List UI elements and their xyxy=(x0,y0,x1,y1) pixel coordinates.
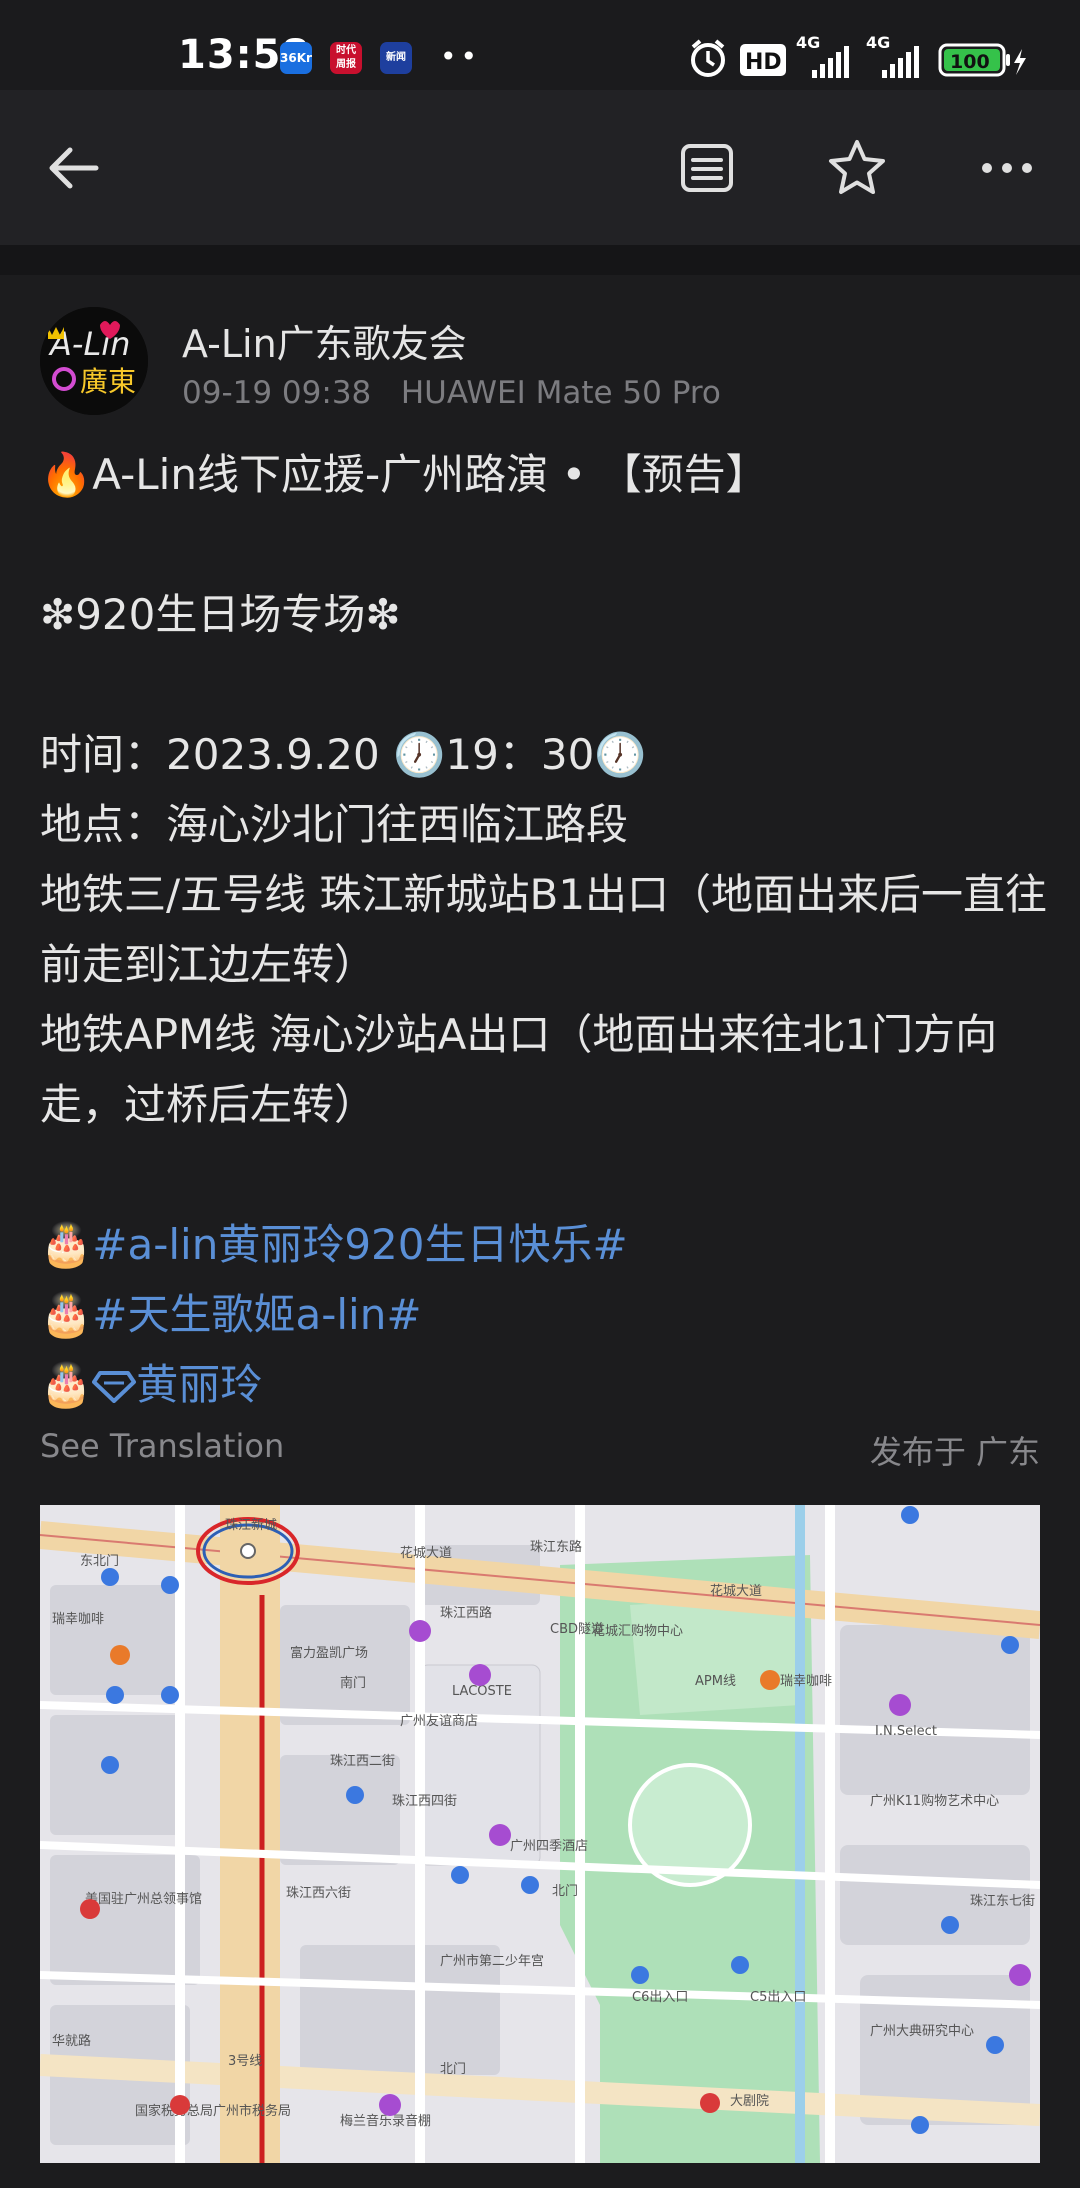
more-notifications-icon: •• xyxy=(440,40,482,73)
map-label-tax: 国家税务总局广州市税务局 xyxy=(135,2103,291,2119)
36kr-app-icon: 36Kr xyxy=(280,42,312,74)
arrow-left-icon[interactable] xyxy=(42,136,106,200)
map-label-museum: 广州大典研究中心 xyxy=(870,2024,974,2039)
post-line: ❇920生日场专场❇ xyxy=(40,580,1050,650)
post-meta: 09-19 09:38 HUAWEI Mate 50 Pro xyxy=(182,375,721,411)
post-line: 🔥A-Lin线下应援-广州路演 • 【预告】 xyxy=(40,440,1050,510)
reader-mode-icon[interactable] xyxy=(675,136,739,200)
post-line-text: 时间：2023.9.20 🕖19：30🕖 xyxy=(40,730,647,779)
map-label-us-consulate: 美国驻广州总领事馆 xyxy=(85,1892,202,1907)
post-line-text: 地点：海心沙北门往西临江路段 xyxy=(40,800,629,849)
map-label-square: 花城汇购物中心 xyxy=(592,1623,683,1639)
author-name[interactable]: A-Lin广东歌友会 xyxy=(182,313,467,368)
post-line xyxy=(40,1140,1050,1210)
hd-icon: HD xyxy=(740,44,786,76)
diamond-icon[interactable] xyxy=(92,1360,137,1409)
map-label-youyi: 广州友谊商店 xyxy=(400,1713,478,1729)
status-bar: 13:58 36Kr 时代 周报 新闻 •• HD 4G 4G 100 xyxy=(0,0,1080,90)
post-card: A-Lin 廣東 A-Lin广东歌友会 09-19 09:38 HUAWEI M… xyxy=(0,275,1080,2188)
map-label-select: I.N.Select xyxy=(875,1724,937,1739)
map-label-k11: 广州K11购物艺术中心 xyxy=(870,1793,999,1809)
map-label-north1: 北门 xyxy=(552,1884,578,1899)
hashtag-link[interactable]: #a-lin黄丽玲920生日快乐# xyxy=(92,1220,627,1269)
post-line: 地铁APM线 海心沙站A出口（地面出来往北1门方向走，过桥后左转） xyxy=(40,1000,1050,1140)
post-line-text: 地铁APM线 海心沙站A出口（地面出来往北1门方向走，过桥后左转） xyxy=(40,1010,998,1129)
map-label-huacheng: 花城大道 xyxy=(400,1545,452,1561)
post-line: 地铁三/五号线 珠江新城站B1出口（地面出来后一直往前走到江边左转） xyxy=(40,860,1050,1000)
map-label-huacheng2: 花城大道 xyxy=(710,1583,762,1599)
post-content: 🔥A-Lin线下应援-广州路演 • 【预告】 ❇920生日场专场❇ 时间：2023.… xyxy=(40,440,1050,1420)
shidai-app-icon: 时代 周报 xyxy=(330,42,362,74)
more-horizontal-icon[interactable] xyxy=(975,136,1039,200)
signal-4g-icon-2: 4G xyxy=(866,33,919,78)
map-label-apm: APM线 xyxy=(695,1674,736,1689)
map-label-xier: 珠江西二街 xyxy=(330,1754,395,1769)
map-label-xisi: 珠江西四街 xyxy=(392,1794,457,1809)
hashtag-link[interactable]: #天生歌姬a-lin# xyxy=(92,1290,421,1339)
svg-text:4G: 4G xyxy=(866,33,890,52)
svg-text:廣東: 廣東 xyxy=(80,365,136,398)
map-label-line3: 3号线 xyxy=(228,2054,262,2069)
separator xyxy=(0,245,1080,275)
map-label-zhujiangdong: 珠江东路 xyxy=(530,1539,582,1555)
map-image[interactable]: 珠江新城 花城大道 花城大道 珠江东路 珠江西路 CBD隧道 富力盈凯广场 LA… xyxy=(40,1505,1040,2163)
svg-text:100: 100 xyxy=(950,51,990,73)
map-label-jiangxi: 珠江东七街 xyxy=(970,1894,1035,1909)
map-label-opera: 大剧院 xyxy=(730,2094,769,2109)
news-app-icon: 新闻 xyxy=(380,42,412,74)
map-label-four-seasons: 广州四季酒店 xyxy=(510,1839,588,1854)
status-icons: HD 4G 4G 100 xyxy=(691,33,1026,78)
post-line: 时间：2023.9.20 🕖19：30🕖 xyxy=(40,720,1050,790)
app-bar xyxy=(0,90,1080,245)
map-label-ruixing2: 瑞幸咖啡 xyxy=(780,1674,832,1689)
map-label-lacoste: LACOSTE xyxy=(452,1684,512,1699)
fire-icon: 🔥 xyxy=(40,450,93,499)
avatar[interactable]: A-Lin 廣東 xyxy=(40,307,148,415)
battery-icon: 100 xyxy=(938,43,1026,77)
hashtag-row: 🎂#天生歌姬a-lin# xyxy=(40,1280,1050,1350)
signal-4g-icon: 4G xyxy=(796,33,849,78)
cake-icon: 🎂 xyxy=(40,1290,93,1339)
map-label-fuli: 富力盈凯广场 xyxy=(290,1645,368,1661)
post-location: 发布于 广东 xyxy=(869,1433,1040,1471)
map-label-zhujiangxi: 珠江西路 xyxy=(440,1605,492,1621)
cake-icon: 🎂 xyxy=(40,1220,93,1269)
map-label-station: 珠江新城 xyxy=(225,1517,277,1533)
map-label-south: 南门 xyxy=(340,1675,366,1691)
map-label-east: 东北门 xyxy=(80,1554,119,1569)
see-translation-link[interactable]: See Translation xyxy=(40,1427,284,1465)
hashtag-row: 🎂#a-lin黄丽玲920生日快乐# xyxy=(40,1210,1050,1280)
star-icon[interactable] xyxy=(825,136,889,200)
post-line xyxy=(40,650,1050,720)
map-label-meilan: 梅兰音乐录音棚 xyxy=(340,2113,431,2129)
svg-text:4G: 4G xyxy=(796,33,820,52)
map-label-youth-palace: 广州市第二少年宫 xyxy=(440,1953,544,1969)
map-label-north2: 北门 xyxy=(440,2062,466,2077)
alarm-icon xyxy=(691,39,725,77)
post-line: 地点：海心沙北门往西临江路段 xyxy=(40,790,1050,860)
map-label-xiliu: 珠江西六街 xyxy=(286,1886,351,1901)
cake-icon: 🎂 xyxy=(40,1360,93,1409)
post-line-text: 地铁三/五号线 珠江新城站B1出口（地面出来后一直往前走到江边左转） xyxy=(40,870,1048,989)
map-label-ruixing: 瑞幸咖啡 xyxy=(52,1612,104,1627)
map-label-c6: C6出入口 xyxy=(632,1990,688,2005)
post-line-text: ❇920生日场专场❇ xyxy=(40,590,401,639)
svg-text:HD: HD xyxy=(745,50,782,75)
post-line xyxy=(40,510,1050,580)
hashtag-row: 🎂 黄丽玲 xyxy=(40,1350,1050,1420)
post-line-text: A-Lin线下应援-广州路演 • 【预告】 xyxy=(92,450,768,499)
translate-row: See Translation 发布于 广东 xyxy=(40,1427,1040,1471)
hashtag-link[interactable]: 黄丽玲 xyxy=(136,1360,262,1409)
map-label-huajiu: 华就路 xyxy=(52,2033,91,2049)
map-label-c5: C5出入口 xyxy=(750,1990,806,2005)
